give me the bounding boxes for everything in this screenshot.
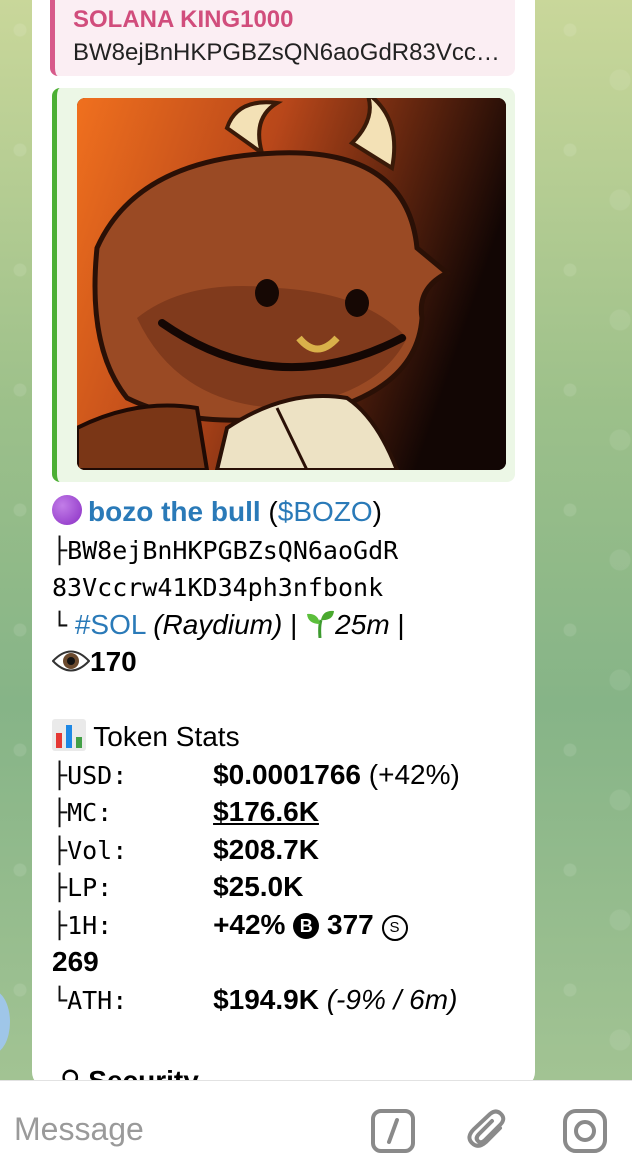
tree-end: └ xyxy=(52,610,68,640)
sell-count: 269 xyxy=(52,946,99,977)
ticker-open: ( xyxy=(260,496,278,527)
views-line: 170 xyxy=(51,643,522,681)
tree-branch: ├ xyxy=(52,760,68,790)
buy-count: 377 xyxy=(327,908,374,940)
stat-row-ath: └ATH: $194.9K (-9% / 6m) xyxy=(52,981,522,1019)
sells-icon: S xyxy=(381,914,408,941)
commands-icon xyxy=(371,1109,415,1153)
attach-icon xyxy=(467,1109,506,1148)
stat-key: Vol: xyxy=(67,835,128,865)
ticker-link[interactable]: $BOZO xyxy=(278,496,373,527)
stat-extra: (+42%) xyxy=(361,758,460,790)
message-text: bozo the bull ($BOZO) ├BW8ejBnHKPGBZsQN6… xyxy=(51,493,522,1019)
bull-illustration xyxy=(77,98,506,470)
stat-row-vol: ├Vol: $208.7K xyxy=(52,831,522,869)
stat-key: USD: xyxy=(67,760,128,790)
stat-row-lp: ├LP: $25.0K xyxy=(52,868,522,906)
chart-icon xyxy=(52,719,86,752)
buys-icon: B xyxy=(293,912,320,939)
market-cap-link[interactable]: $176.6K xyxy=(213,796,319,827)
reply-preview[interactable]: SOLANA KING1000 BW8ejBnHKPGBZsQN6aoGdR83… xyxy=(50,0,515,76)
stat-row-1h: ├1H: +42% B 377 S xyxy=(52,906,522,944)
attach-button[interactable] xyxy=(466,1108,512,1154)
tree-branch: ├ xyxy=(52,835,68,865)
ticker-close: ) xyxy=(372,496,382,527)
purple-circle-icon xyxy=(52,495,82,525)
stat-key: 1H: xyxy=(67,910,113,940)
token-name-link[interactable]: bozo the bull xyxy=(88,496,261,527)
stat-row-mc: ├MC: $176.6K xyxy=(52,793,522,831)
stat-value: $208.7K xyxy=(213,833,319,865)
link-preview[interactable] xyxy=(52,88,515,482)
tree-branch: ├ xyxy=(52,873,68,902)
stat-key: ATH: xyxy=(67,985,128,1015)
ath-change: (-9% / 6m) xyxy=(326,983,458,1015)
chain-line: └ #SOL (Raydium) | 25m | xyxy=(52,606,522,644)
dex-name: (Raydium) xyxy=(153,608,283,640)
stat-key: LP: xyxy=(67,873,113,902)
token-age: 25m xyxy=(335,608,390,640)
tree-branch: ├ xyxy=(52,798,68,827)
token-stats-heading: Token Stats xyxy=(52,718,522,756)
reply-sender: SOLANA KING1000 xyxy=(73,6,294,33)
seedling-icon xyxy=(305,609,335,640)
tree-branch: ├ xyxy=(52,535,68,565)
address-line-2: 83Vccrw41KD34ph3nfbonk xyxy=(52,568,522,606)
tree-branch: ├ xyxy=(52,910,68,940)
ath-value: $194.9K xyxy=(213,983,319,1015)
camera-button[interactable] xyxy=(562,1108,608,1154)
message-input[interactable]: Message xyxy=(14,1111,144,1148)
stat-row-usd: ├USD: $0.0001766 (+42%) xyxy=(52,756,522,794)
separator: | xyxy=(389,608,405,640)
stat-value: $0.0001766 xyxy=(213,758,361,790)
tree-end: └ xyxy=(52,985,68,1015)
contract-address-part1[interactable]: BW8ejBnHKPGBZsQN6aoGdR xyxy=(67,536,398,565)
token-title-line: bozo the bull ($BOZO) xyxy=(52,493,522,531)
contract-address-part2[interactable]: 83Vccrw41KD34ph3nfbonk xyxy=(52,573,383,602)
stat-value: +42% xyxy=(213,908,286,940)
stat-key: MC: xyxy=(67,798,113,827)
camera-icon xyxy=(563,1109,607,1153)
stat-value: $25.0K xyxy=(213,871,304,902)
address-line-1: ├BW8ejBnHKPGBZsQN6aoGdR xyxy=(52,531,522,569)
reply-text: BW8ejBnHKPGBZsQN6aoGdR83Vccrw41KD34ph3nf… xyxy=(73,39,503,66)
commands-button[interactable] xyxy=(370,1108,416,1154)
view-count: 170 xyxy=(90,646,137,677)
separator: | xyxy=(282,608,306,640)
sell-count-line: 269 xyxy=(52,943,522,981)
eye-icon xyxy=(51,646,91,677)
token-image[interactable] xyxy=(77,98,506,470)
chain-hashtag[interactable]: #SOL xyxy=(75,609,146,640)
section-title: Token Stats xyxy=(93,721,240,752)
message-composer: Message xyxy=(0,1080,632,1174)
